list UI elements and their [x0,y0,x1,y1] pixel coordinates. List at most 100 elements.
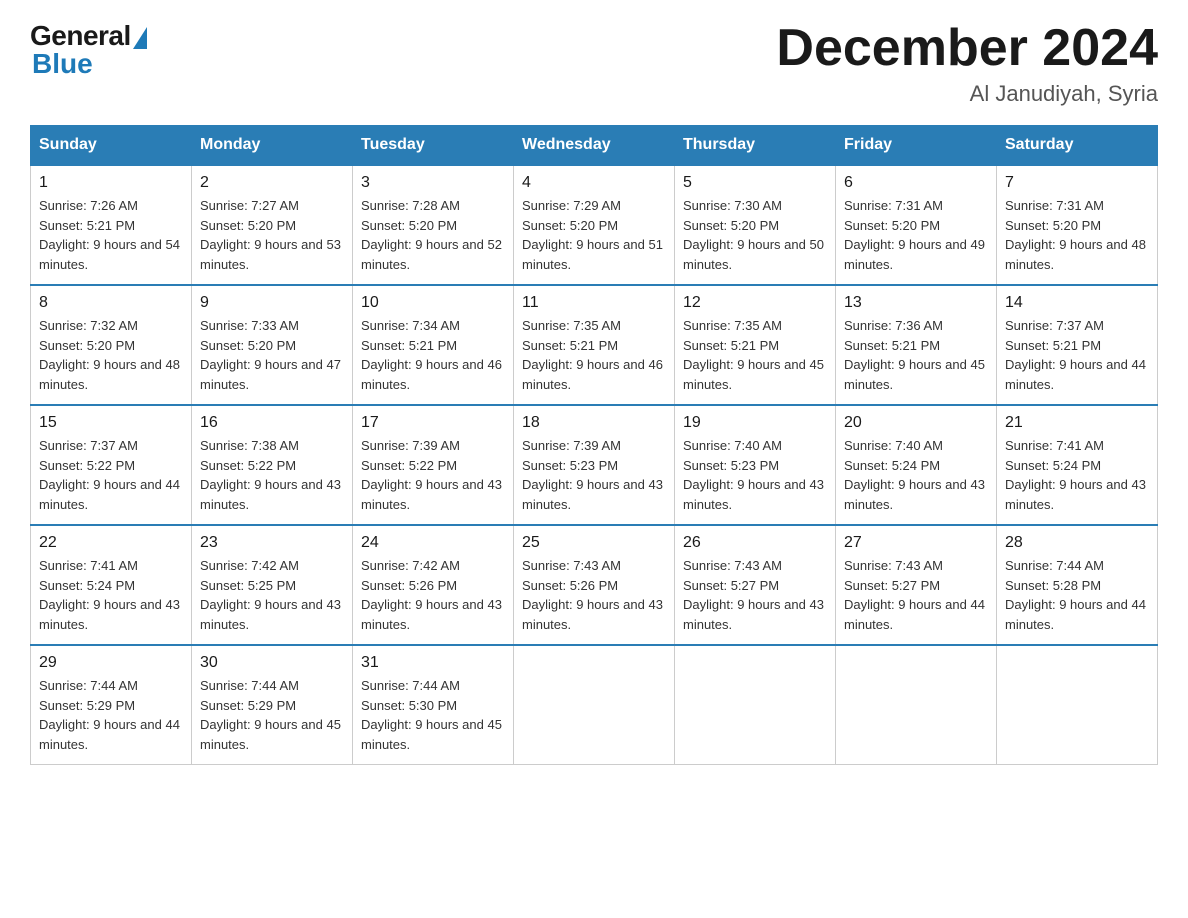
calendar-day-cell: 15Sunrise: 7:37 AMSunset: 5:22 PMDayligh… [31,405,192,525]
calendar-day-cell: 5 Sunrise: 7:30 AMSunset: 5:20 PMDaylight… [675,165,836,285]
day-of-week-header: Monday [192,126,353,166]
calendar-day-cell: 24 Sunrise: 7:42 AMSunset: 5:26 PMDayligh… [353,525,514,645]
day-number: 22 [39,534,183,552]
day-info: Sunrise: 7:31 AMSunset: 5:20 PMDaylight:… [844,196,988,274]
day-info: Sunrise: 7:44 AMSunset: 5:28 PMDaylight:… [1005,556,1149,634]
day-of-week-header: Wednesday [514,126,675,166]
day-info: Sunrise: 7:42 AMSunset: 5:26 PMDaylight:… [361,556,505,634]
day-number: 3 [361,174,505,192]
calendar-day-cell: 4Sunrise: 7:29 AMSunset: 5:20 PMDaylight… [514,165,675,285]
day-info: Sunrise: 7:31 AMSunset: 5:20 PMDaylight:… [1005,196,1149,274]
day-number: 9 [200,294,344,312]
calendar-day-cell: 31 Sunrise: 7:44 AMSunset: 5:30 PMDayligh… [353,645,514,765]
calendar-day-cell: 11 Sunrise: 7:35 AMSunset: 5:21 PMDayligh… [514,285,675,405]
day-number: 29 [39,654,183,672]
day-info: Sunrise: 7:36 AMSunset: 5:21 PMDaylight:… [844,316,988,394]
calendar-week-row: 22 Sunrise: 7:41 AMSunset: 5:24 PMDayligh… [31,525,1158,645]
day-info: Sunrise: 7:33 AMSunset: 5:20 PMDaylight:… [200,316,344,394]
day-of-week-header: Sunday [31,126,192,166]
calendar-day-cell [997,645,1158,765]
day-number: 11 [522,294,666,312]
calendar-body: 1 Sunrise: 7:26 AMSunset: 5:21 PMDaylight… [31,165,1158,765]
day-number: 21 [1005,414,1149,432]
day-number: 12 [683,294,827,312]
day-number: 14 [1005,294,1149,312]
day-info: Sunrise: 7:37 AMSunset: 5:21 PMDaylight:… [1005,316,1149,394]
day-of-week-header: Tuesday [353,126,514,166]
location-subtitle: Al Janudiyah, Syria [776,81,1158,107]
calendar-day-cell: 27 Sunrise: 7:43 AMSunset: 5:27 PMDayligh… [836,525,997,645]
day-number: 27 [844,534,988,552]
calendar-header: SundayMondayTuesdayWednesdayThursdayFrid… [31,126,1158,166]
day-number: 8 [39,294,183,312]
calendar-day-cell [514,645,675,765]
days-of-week-row: SundayMondayTuesdayWednesdayThursdayFrid… [31,126,1158,166]
day-info: Sunrise: 7:40 AMSunset: 5:24 PMDaylight:… [844,436,988,514]
calendar-week-row: 8 Sunrise: 7:32 AMSunset: 5:20 PMDaylight… [31,285,1158,405]
day-info: Sunrise: 7:37 AMSunset: 5:22 PMDaylight:… [39,436,183,514]
calendar-day-cell: 13 Sunrise: 7:36 AMSunset: 5:21 PMDayligh… [836,285,997,405]
calendar-day-cell: 3 Sunrise: 7:28 AMSunset: 5:20 PMDaylight… [353,165,514,285]
day-info: Sunrise: 7:43 AMSunset: 5:27 PMDaylight:… [683,556,827,634]
day-info: Sunrise: 7:39 AMSunset: 5:22 PMDaylight:… [361,436,505,514]
calendar-day-cell: 1 Sunrise: 7:26 AMSunset: 5:21 PMDaylight… [31,165,192,285]
day-number: 1 [39,174,183,192]
month-title: December 2024 [776,20,1158,77]
calendar-day-cell [675,645,836,765]
day-number: 18 [522,414,666,432]
day-number: 13 [844,294,988,312]
day-info: Sunrise: 7:41 AMSunset: 5:24 PMDaylight:… [39,556,183,634]
calendar-week-row: 1 Sunrise: 7:26 AMSunset: 5:21 PMDaylight… [31,165,1158,285]
calendar-day-cell: 21Sunrise: 7:41 AMSunset: 5:24 PMDayligh… [997,405,1158,525]
calendar-day-cell: 23Sunrise: 7:42 AMSunset: 5:25 PMDayligh… [192,525,353,645]
day-info: Sunrise: 7:34 AMSunset: 5:21 PMDaylight:… [361,316,505,394]
day-info: Sunrise: 7:44 AMSunset: 5:30 PMDaylight:… [361,676,505,754]
calendar-day-cell: 6Sunrise: 7:31 AMSunset: 5:20 PMDaylight… [836,165,997,285]
day-info: Sunrise: 7:38 AMSunset: 5:22 PMDaylight:… [200,436,344,514]
calendar-table: SundayMondayTuesdayWednesdayThursdayFrid… [30,125,1158,765]
title-section: December 2024 Al Janudiyah, Syria [776,20,1158,107]
day-info: Sunrise: 7:43 AMSunset: 5:26 PMDaylight:… [522,556,666,634]
logo-blue-text: Blue [32,48,93,80]
day-number: 23 [200,534,344,552]
calendar-day-cell: 12 Sunrise: 7:35 AMSunset: 5:21 PMDayligh… [675,285,836,405]
day-info: Sunrise: 7:43 AMSunset: 5:27 PMDaylight:… [844,556,988,634]
day-info: Sunrise: 7:26 AMSunset: 5:21 PMDaylight:… [39,196,183,274]
calendar-day-cell: 25Sunrise: 7:43 AMSunset: 5:26 PMDayligh… [514,525,675,645]
calendar-day-cell: 30 Sunrise: 7:44 AMSunset: 5:29 PMDayligh… [192,645,353,765]
day-info: Sunrise: 7:32 AMSunset: 5:20 PMDaylight:… [39,316,183,394]
day-info: Sunrise: 7:39 AMSunset: 5:23 PMDaylight:… [522,436,666,514]
calendar-day-cell: 2Sunrise: 7:27 AMSunset: 5:20 PMDaylight… [192,165,353,285]
day-info: Sunrise: 7:28 AMSunset: 5:20 PMDaylight:… [361,196,505,274]
day-info: Sunrise: 7:44 AMSunset: 5:29 PMDaylight:… [39,676,183,754]
day-info: Sunrise: 7:44 AMSunset: 5:29 PMDaylight:… [200,676,344,754]
calendar-day-cell: 20 Sunrise: 7:40 AMSunset: 5:24 PMDayligh… [836,405,997,525]
day-number: 30 [200,654,344,672]
calendar-day-cell: 10Sunrise: 7:34 AMSunset: 5:21 PMDayligh… [353,285,514,405]
calendar-day-cell: 28 Sunrise: 7:44 AMSunset: 5:28 PMDayligh… [997,525,1158,645]
day-number: 20 [844,414,988,432]
day-of-week-header: Friday [836,126,997,166]
calendar-day-cell: 18 Sunrise: 7:39 AMSunset: 5:23 PMDayligh… [514,405,675,525]
calendar-day-cell: 26 Sunrise: 7:43 AMSunset: 5:27 PMDayligh… [675,525,836,645]
day-number: 26 [683,534,827,552]
day-of-week-header: Saturday [997,126,1158,166]
day-info: Sunrise: 7:27 AMSunset: 5:20 PMDaylight:… [200,196,344,274]
day-number: 31 [361,654,505,672]
day-info: Sunrise: 7:30 AMSunset: 5:20 PMDaylight:… [683,196,827,274]
day-number: 5 [683,174,827,192]
calendar-day-cell: 14 Sunrise: 7:37 AMSunset: 5:21 PMDayligh… [997,285,1158,405]
calendar-week-row: 15Sunrise: 7:37 AMSunset: 5:22 PMDayligh… [31,405,1158,525]
calendar-day-cell: 17Sunrise: 7:39 AMSunset: 5:22 PMDayligh… [353,405,514,525]
day-info: Sunrise: 7:40 AMSunset: 5:23 PMDaylight:… [683,436,827,514]
day-number: 16 [200,414,344,432]
day-info: Sunrise: 7:35 AMSunset: 5:21 PMDaylight:… [522,316,666,394]
day-info: Sunrise: 7:35 AMSunset: 5:21 PMDaylight:… [683,316,827,394]
calendar-day-cell: 29 Sunrise: 7:44 AMSunset: 5:29 PMDayligh… [31,645,192,765]
calendar-week-row: 29 Sunrise: 7:44 AMSunset: 5:29 PMDayligh… [31,645,1158,765]
day-number: 7 [1005,174,1149,192]
day-number: 24 [361,534,505,552]
day-number: 4 [522,174,666,192]
calendar-day-cell: 16 Sunrise: 7:38 AMSunset: 5:22 PMDayligh… [192,405,353,525]
day-number: 28 [1005,534,1149,552]
